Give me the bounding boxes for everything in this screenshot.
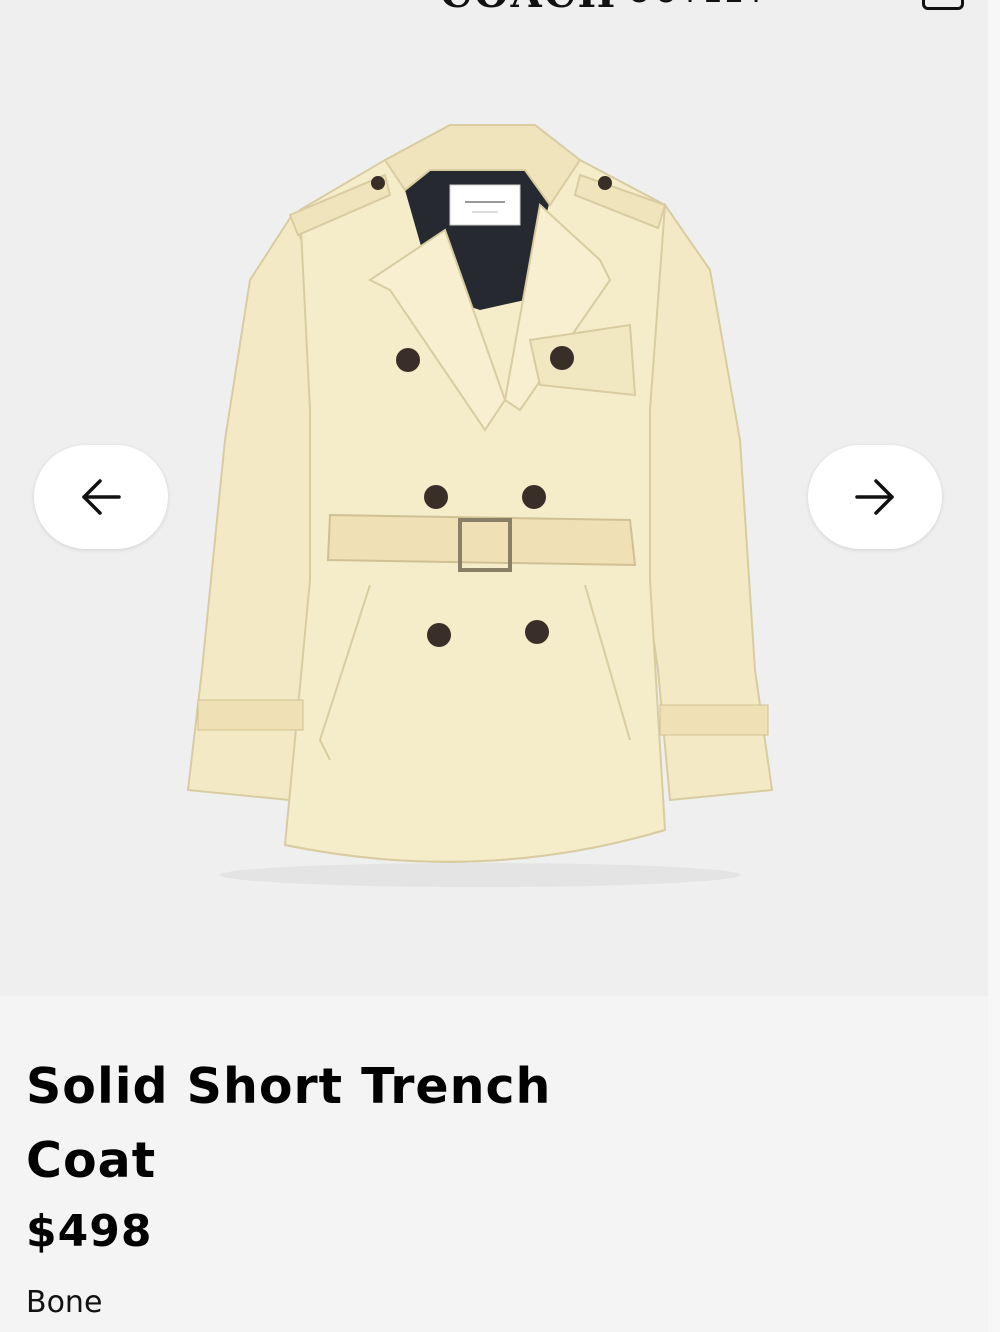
product-image-gallery: COACH OUTLET [0,0,988,996]
product-title: Solid Short Trench Coat [26,1050,726,1198]
brand-logo[interactable]: COACH OUTLET [440,0,769,17]
product-title-line2: Coat [26,1132,157,1189]
next-image-button[interactable] [808,445,942,549]
shopping-bag-icon[interactable] [922,0,964,10]
arrow-right-icon [855,479,894,515]
brand-sub: OUTLET [627,0,769,10]
product-info: Solid Short Trench Coat $498 Bone [26,1050,726,1320]
page-scroll-edge [988,0,1000,1332]
product-color: Bone [26,1285,103,1320]
product-title-line1: Solid Short Trench [26,1058,552,1115]
product-image [186,124,774,887]
product-price: $498 [26,1206,153,1257]
brand-name: COACH [440,0,617,17]
arrow-left-icon [82,479,121,515]
previous-image-button[interactable] [34,445,168,549]
